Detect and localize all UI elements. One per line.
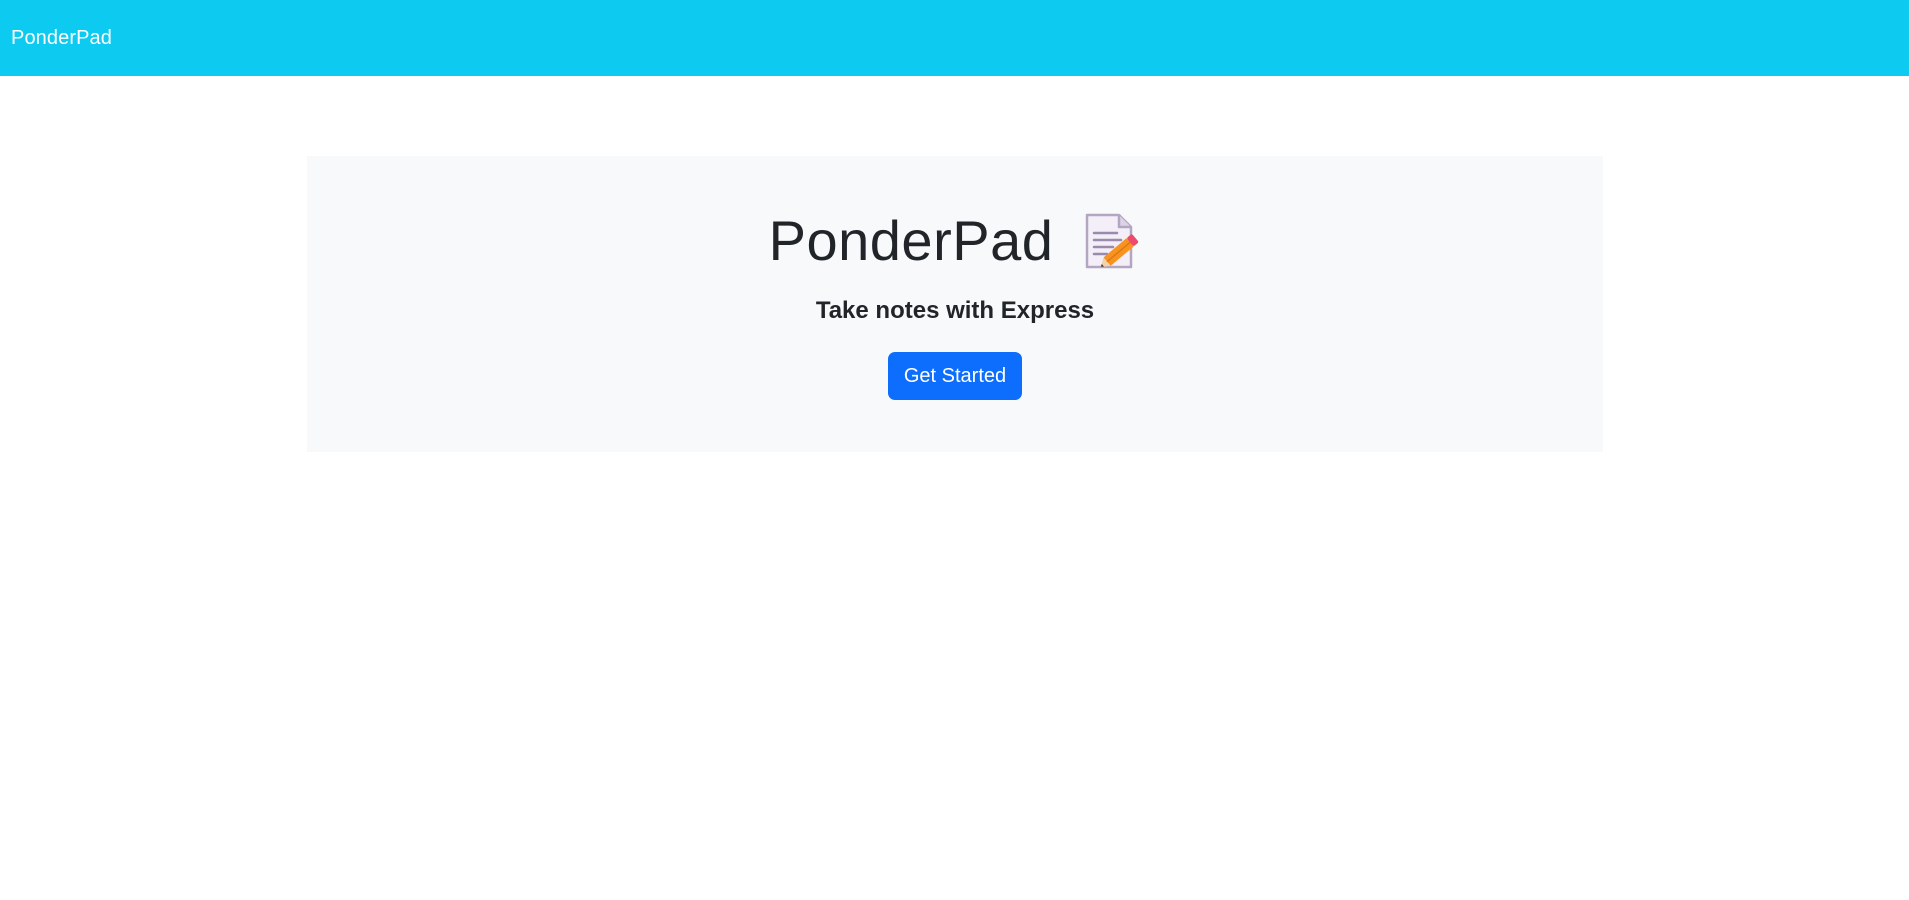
hero-title-row: PonderPad xyxy=(769,206,1142,276)
hero-subtitle: Take notes with Express xyxy=(815,297,1095,324)
navbar: PonderPad xyxy=(0,0,1909,76)
navbar-brand[interactable]: PonderPad xyxy=(11,27,112,50)
memo-icon xyxy=(1083,211,1141,271)
get-started-button[interactable]: Get Started xyxy=(888,352,1022,400)
hero-panel: PonderPad Take notes with Express Get St… xyxy=(307,156,1603,452)
hero-title: PonderPad xyxy=(768,209,1054,272)
